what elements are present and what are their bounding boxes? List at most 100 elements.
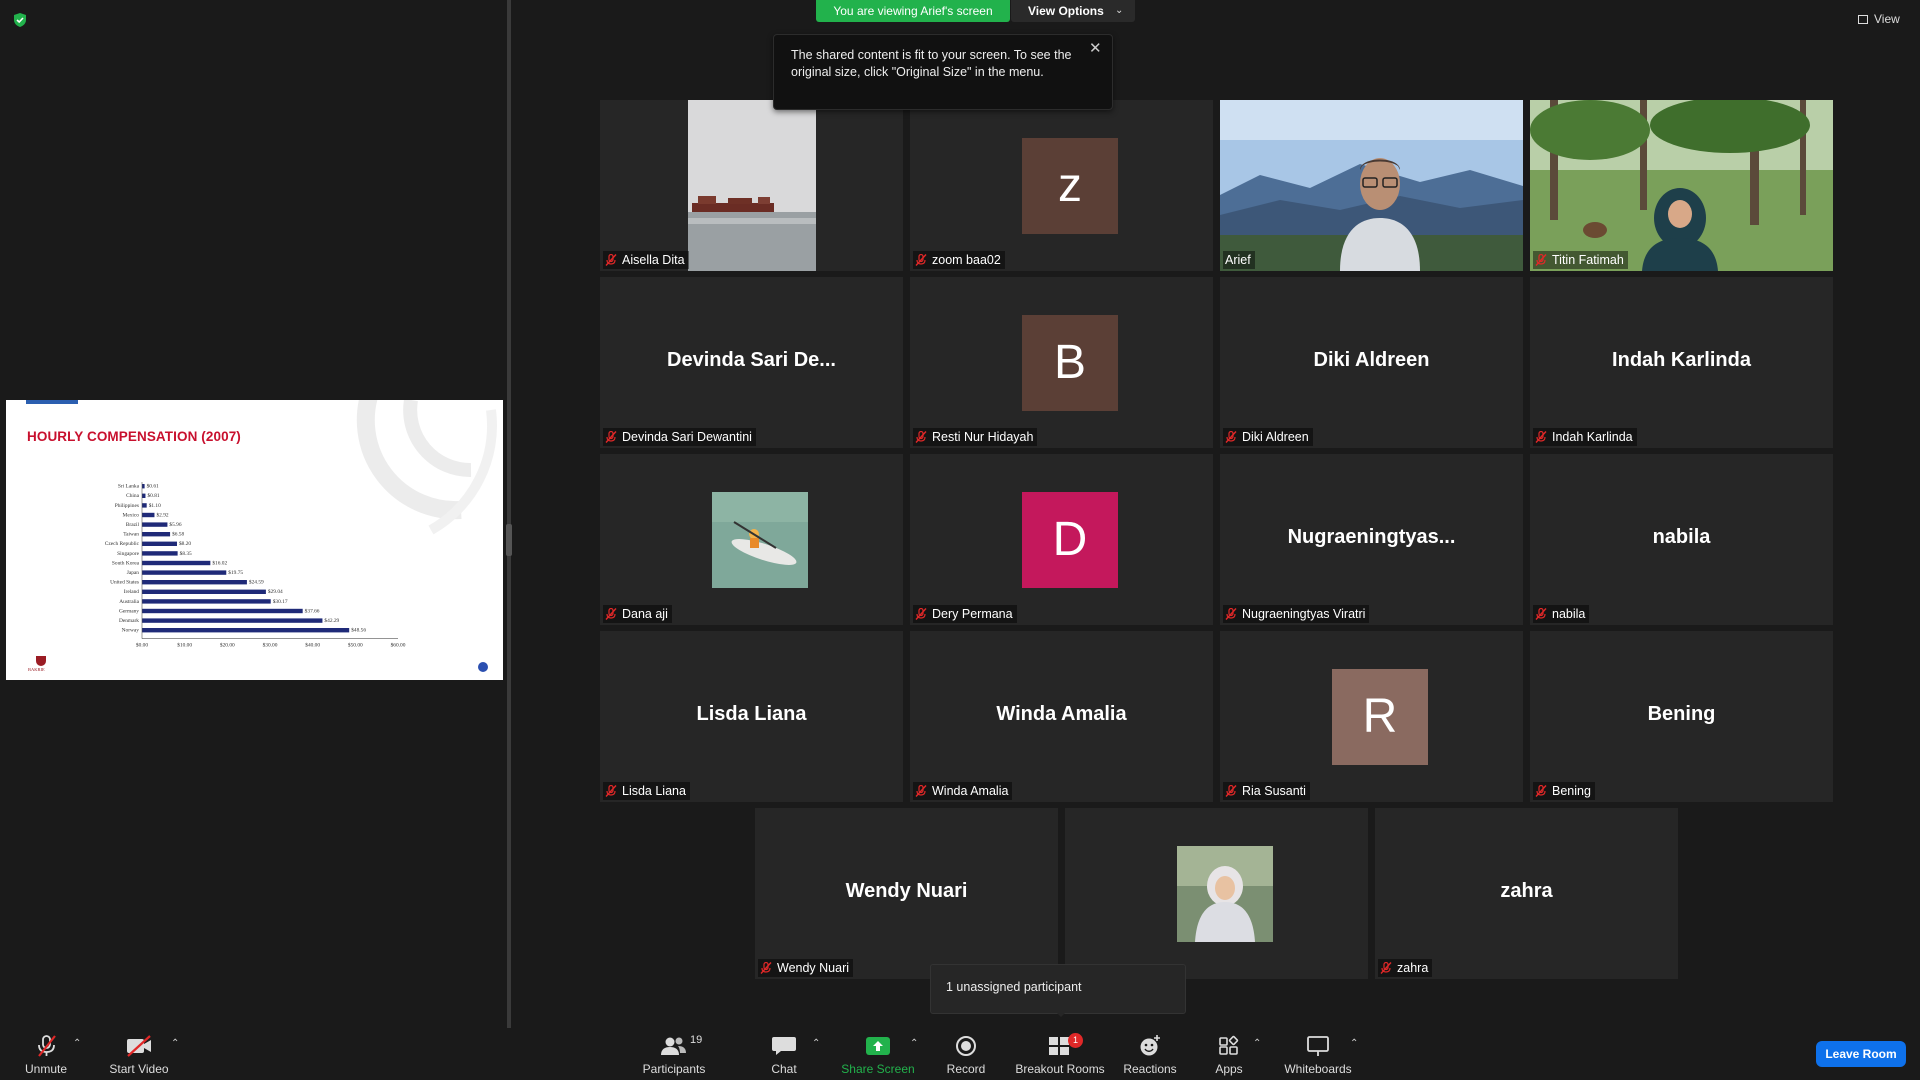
start-video-label: Start Video bbox=[109, 1062, 169, 1076]
mic-muted-icon bbox=[1535, 430, 1547, 443]
whiteboards-options-chevron-icon[interactable]: ⌃ bbox=[1350, 1038, 1358, 1049]
x-tick-label: $50.00 bbox=[348, 642, 363, 649]
data-value-label: $2.92 bbox=[156, 511, 168, 518]
data-bar bbox=[142, 532, 171, 537]
participant-name: Titin Fatimah bbox=[1552, 253, 1624, 267]
data-bar bbox=[142, 503, 147, 508]
apps-label: Apps bbox=[1215, 1062, 1243, 1076]
participant-tile[interactable]: Wendy Nuari Wendy Nuari bbox=[755, 808, 1058, 979]
tooltip-text: The shared content is fit to your screen… bbox=[791, 48, 1072, 79]
data-value-label: $24.59 bbox=[249, 579, 264, 586]
participant-tile[interactable]: Winda Amalia Winda Amalia bbox=[910, 631, 1213, 802]
participant-display-name: nabila bbox=[1652, 526, 1711, 548]
participant-display-name: zahra bbox=[1500, 880, 1553, 902]
split-divider-handle[interactable] bbox=[506, 524, 512, 556]
participant-avatar: z bbox=[1022, 138, 1118, 234]
data-bar bbox=[142, 551, 178, 556]
participant-name-label: Bening bbox=[1533, 782, 1595, 800]
category-tick-label: Taiwan bbox=[123, 532, 139, 538]
participant-tile[interactable]: Dana aji bbox=[600, 454, 903, 625]
participant-tile[interactable]: Devinda Sari De... Devinda Sari Dewantini bbox=[600, 277, 903, 448]
mic-muted-icon bbox=[605, 430, 617, 443]
university-logo: BAKRIE bbox=[28, 656, 56, 676]
whiteboards-button[interactable]: Whiteboards bbox=[1280, 1028, 1356, 1080]
participants-icon bbox=[661, 1037, 686, 1055]
participant-tile[interactable]: Lisda Liana Lisda Liana bbox=[600, 631, 903, 802]
mic-muted-icon bbox=[1225, 430, 1237, 443]
data-bar bbox=[142, 541, 177, 546]
view-label: View bbox=[1874, 12, 1900, 26]
category-tick-label: Denmark bbox=[119, 618, 139, 624]
mic-muted-icon bbox=[760, 961, 772, 974]
breakout-notification-badge: 1 bbox=[1068, 1033, 1083, 1048]
breakout-rooms-label: Breakout Rooms bbox=[1015, 1062, 1105, 1076]
participant-name: Nugraeningtyas Viratri bbox=[1242, 607, 1366, 621]
participant-tile[interactable]: B Resti Nur Hidayah bbox=[910, 277, 1213, 448]
participant-tile[interactable] bbox=[1065, 808, 1368, 979]
participant-tile[interactable]: Titin Fatimah bbox=[1530, 100, 1833, 271]
mic-muted-icon bbox=[1535, 253, 1547, 266]
chat-button[interactable]: Chat bbox=[754, 1028, 814, 1080]
data-value-label: $16.02 bbox=[212, 559, 227, 566]
participant-name-label: Resti Nur Hidayah bbox=[913, 428, 1038, 446]
leave-room-button[interactable]: Leave Room bbox=[1816, 1041, 1906, 1067]
category-tick-label: Philippines bbox=[115, 503, 139, 509]
data-bar bbox=[142, 570, 227, 575]
participant-tile[interactable]: R Ria Susanti bbox=[1220, 631, 1523, 802]
data-value-label: $0.61 bbox=[147, 483, 159, 490]
participant-display-name: Diki Aldreen bbox=[1313, 349, 1430, 371]
encryption-shield-icon[interactable] bbox=[12, 12, 28, 28]
record-button[interactable]: Record bbox=[936, 1028, 996, 1080]
apps-options-chevron-icon[interactable]: ⌃ bbox=[1253, 1038, 1261, 1049]
participant-name: Arief bbox=[1225, 253, 1251, 267]
participant-name-label: Aisella Dita bbox=[603, 251, 689, 269]
start-video-button[interactable]: Start Video bbox=[102, 1028, 176, 1080]
mic-muted-icon bbox=[1535, 784, 1547, 797]
data-bar bbox=[142, 589, 266, 594]
share-screen-button[interactable]: Share Screen bbox=[838, 1028, 918, 1080]
reactions-button[interactable]: Reactions bbox=[1116, 1028, 1184, 1080]
participant-display-name: Winda Amalia bbox=[996, 703, 1127, 725]
category-tick-label: Norway bbox=[122, 628, 140, 634]
unassigned-participant-popup[interactable]: 1 unassigned participant bbox=[930, 964, 1186, 1014]
category-tick-label: South Korea bbox=[112, 560, 140, 566]
participant-tile[interactable]: zahra zahra bbox=[1375, 808, 1678, 979]
participant-tile[interactable]: Diki Aldreen Diki Aldreen bbox=[1220, 277, 1523, 448]
participant-tile[interactable]: Indah Karlinda Indah Karlinda bbox=[1530, 277, 1833, 448]
participant-name-label: Ria Susanti bbox=[1223, 782, 1310, 800]
logo-text: BAKRIE bbox=[28, 667, 45, 672]
video-options-chevron-icon[interactable]: ⌃ bbox=[171, 1038, 179, 1049]
apps-button[interactable]: Apps bbox=[1208, 1028, 1250, 1080]
view-button[interactable]: View bbox=[1858, 8, 1900, 30]
chat-options-chevron-icon[interactable]: ⌃ bbox=[812, 1038, 820, 1049]
participant-avatar: D bbox=[1022, 492, 1118, 588]
participant-tile[interactable]: Nugraeningtyas... Nugraeningtyas Viratri bbox=[1220, 454, 1523, 625]
close-icon[interactable]: ✕ bbox=[1089, 39, 1102, 57]
share-options-chevron-icon[interactable]: ⌃ bbox=[910, 1038, 918, 1049]
participant-name: Diki Aldreen bbox=[1242, 430, 1309, 444]
participant-name: zahra bbox=[1397, 961, 1429, 975]
participant-tile[interactable]: D Dery Permana bbox=[910, 454, 1213, 625]
participant-avatar: B bbox=[1022, 315, 1118, 411]
split-divider[interactable] bbox=[507, 0, 511, 1028]
participant-photo bbox=[688, 100, 816, 271]
hourly-compensation-chart: Sri Lanka $0.61 China $0.81 Philippines $1.10… bbox=[105, 482, 406, 649]
participant-tile[interactable]: nabila nabila bbox=[1530, 454, 1833, 625]
participant-tile[interactable]: Arief bbox=[1220, 100, 1523, 271]
share-screen-icon bbox=[866, 1037, 890, 1055]
participant-name-label: Devinda Sari Dewantini bbox=[603, 428, 756, 446]
participant-name: Devinda Sari Dewantini bbox=[622, 430, 752, 444]
unmute-button[interactable]: Unmute bbox=[14, 1028, 78, 1080]
participant-tile[interactable]: Bening Bening bbox=[1530, 631, 1833, 802]
category-tick-label: United States bbox=[110, 580, 139, 586]
participant-tile[interactable]: Aisella Dita bbox=[600, 100, 903, 271]
breakout-rooms-button[interactable]: Breakout Rooms bbox=[1010, 1028, 1110, 1080]
category-tick-label: Japan bbox=[127, 570, 140, 576]
category-tick-label: Australia bbox=[119, 599, 139, 605]
participant-name-label: Titin Fatimah bbox=[1533, 251, 1628, 269]
data-value-label: $42.29 bbox=[324, 617, 339, 624]
participant-name-label: Diki Aldreen bbox=[1223, 428, 1313, 446]
view-options-button[interactable]: View Options ⌄ bbox=[1011, 0, 1135, 22]
audio-options-chevron-icon[interactable]: ⌃ bbox=[73, 1038, 81, 1049]
participant-tile[interactable]: z zoom baa02 bbox=[910, 100, 1213, 271]
